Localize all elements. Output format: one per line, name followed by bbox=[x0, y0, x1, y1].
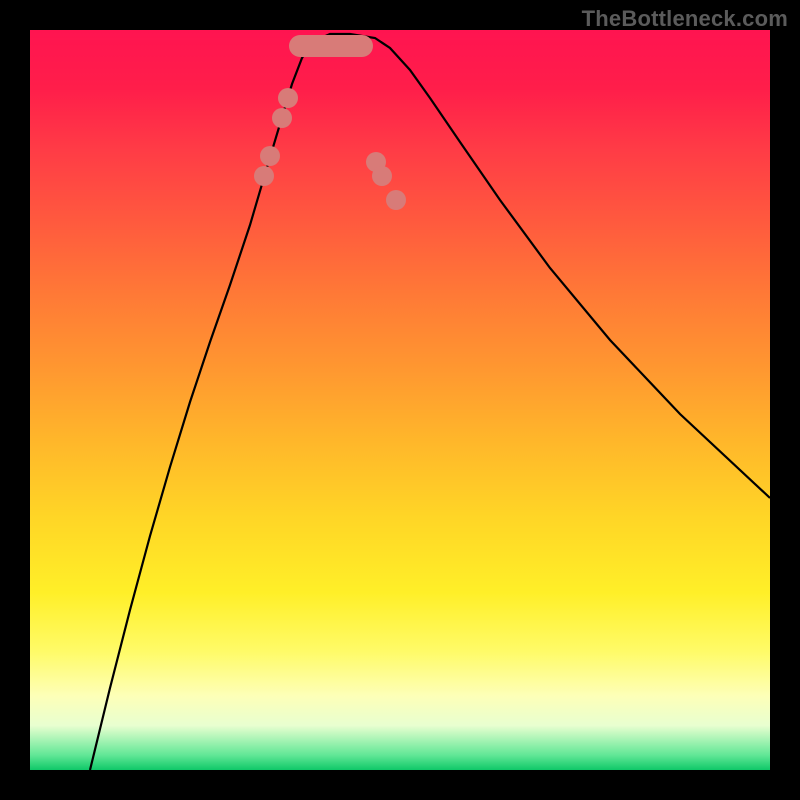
chart-plot-area bbox=[30, 30, 770, 770]
marker-dot bbox=[372, 166, 392, 186]
chart-svg bbox=[30, 30, 770, 770]
bottleneck-curve bbox=[90, 34, 770, 770]
marker-dot bbox=[254, 166, 274, 186]
marker-dot bbox=[272, 108, 292, 128]
marker-dot bbox=[278, 88, 298, 108]
watermark-text: TheBottleneck.com bbox=[582, 6, 788, 32]
marker-cluster-right bbox=[366, 152, 406, 210]
marker-dot bbox=[386, 190, 406, 210]
marker-dot bbox=[260, 146, 280, 166]
